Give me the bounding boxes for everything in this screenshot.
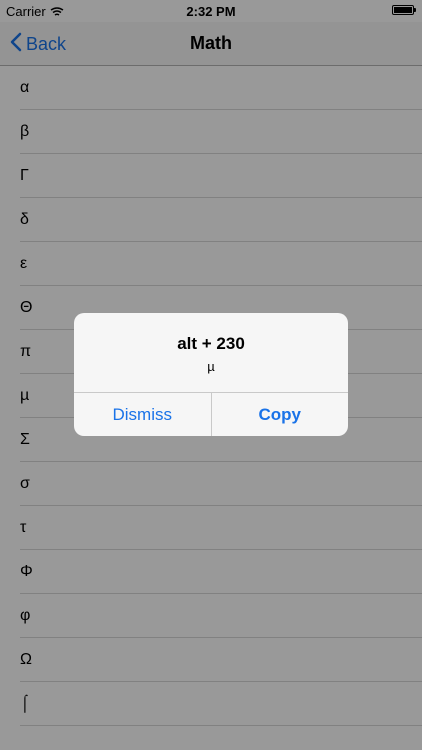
alert-message: µ	[207, 359, 215, 374]
alert-actions: Dismiss Copy	[74, 392, 348, 436]
alert-dialog: alt + 230 µ Dismiss Copy	[74, 313, 348, 436]
dismiss-button[interactable]: Dismiss	[74, 393, 212, 436]
copy-button[interactable]: Copy	[212, 393, 349, 436]
alert-title: alt + 230	[177, 334, 245, 353]
